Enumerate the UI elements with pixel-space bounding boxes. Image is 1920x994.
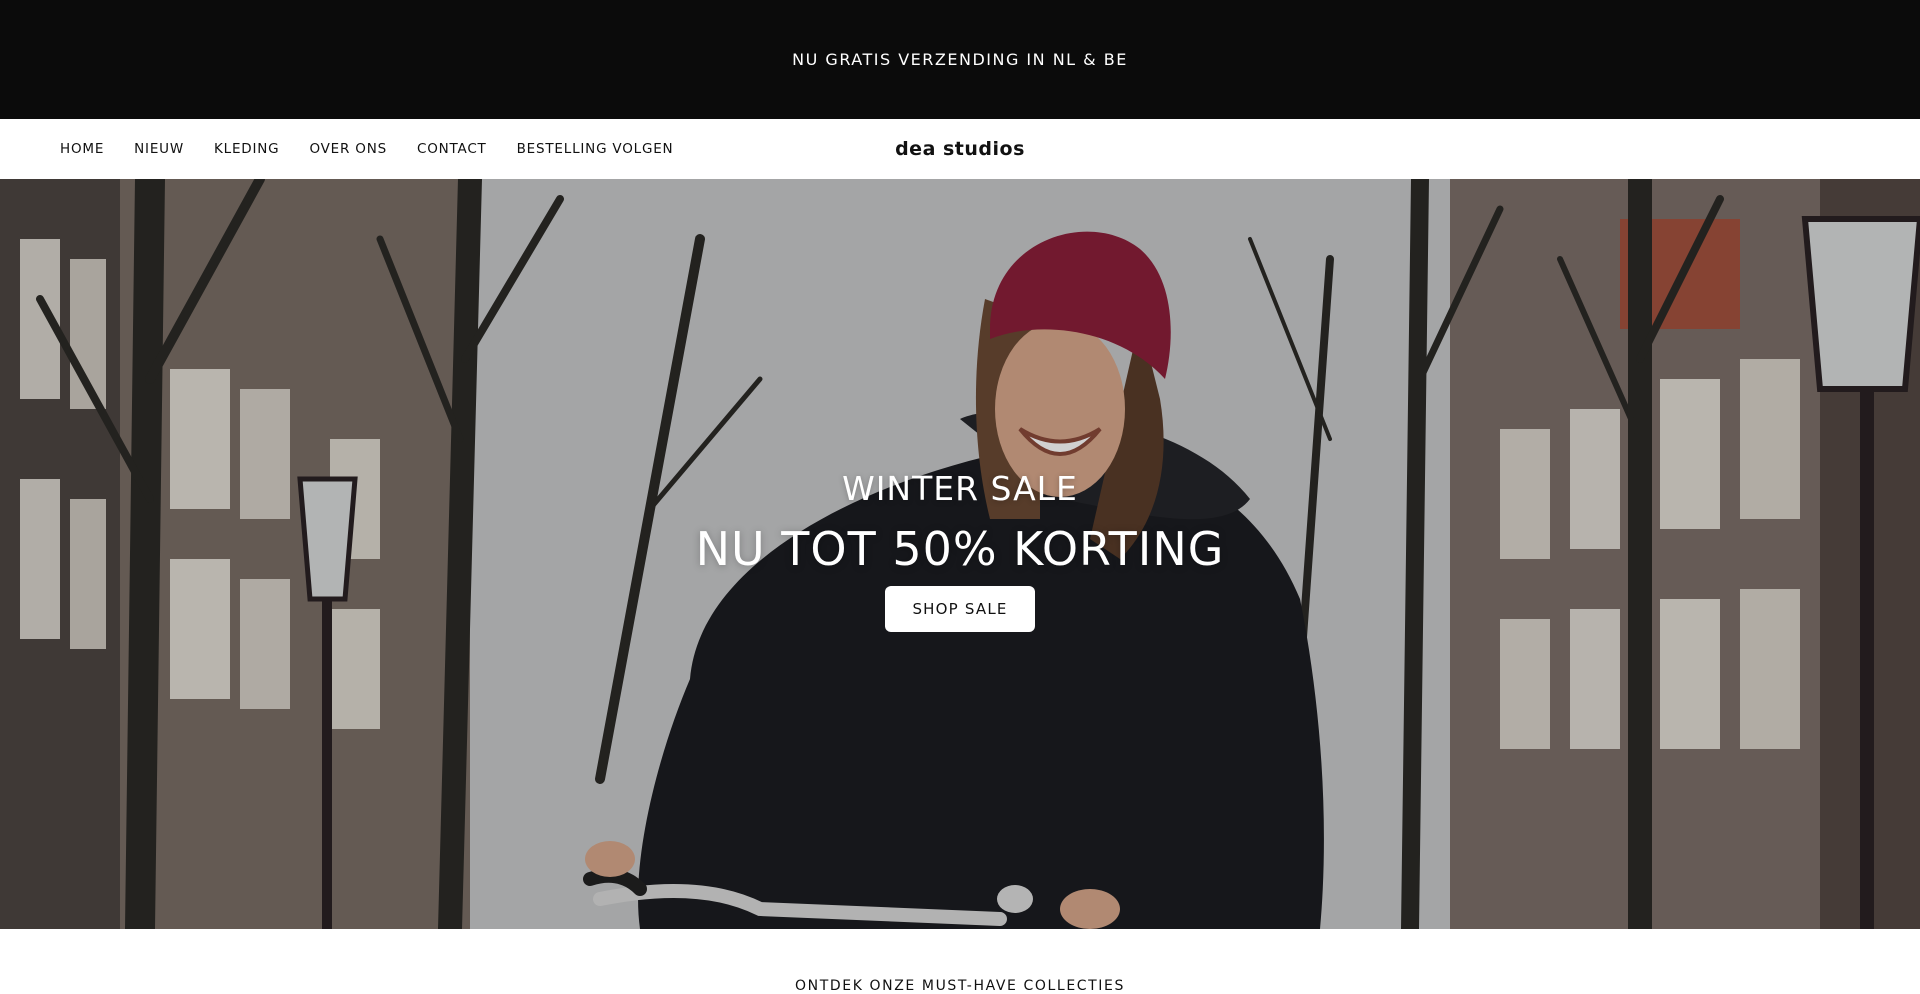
hero-title: NU TOT 50% KORTING [695, 522, 1225, 576]
hero-kicker: WINTER SALE [842, 469, 1078, 508]
shop-sale-button[interactable]: SHOP SALE [885, 586, 1035, 632]
nav-item-bestelling-volgen[interactable]: BESTELLING VOLGEN [517, 141, 674, 157]
nav-item-home[interactable]: HOME [60, 141, 104, 157]
nav-item-kleding[interactable]: KLEDING [214, 141, 279, 157]
hero-banner: WINTER SALE NU TOT 50% KORTING SHOP SALE [0, 179, 1920, 929]
nav-item-over-ons[interactable]: OVER ONS [309, 141, 387, 157]
nav-item-contact[interactable]: CONTACT [417, 141, 487, 157]
nav-item-nieuw[interactable]: NIEUW [134, 141, 184, 157]
announcement-text: NU GRATIS VERZENDING IN NL & BE [792, 50, 1128, 69]
site-header: HOME NIEUW KLEDING OVER ONS CONTACT BEST… [0, 119, 1920, 179]
announcement-bar: NU GRATIS VERZENDING IN NL & BE [0, 0, 1920, 119]
collections-heading: ONTDEK ONZE MUST-HAVE COLLECTIES [795, 978, 1125, 994]
site-logo[interactable]: dea studios [895, 138, 1025, 160]
hero-content: WINTER SALE NU TOT 50% KORTING SHOP SALE [0, 469, 1920, 632]
main-nav: HOME NIEUW KLEDING OVER ONS CONTACT BEST… [60, 119, 703, 179]
